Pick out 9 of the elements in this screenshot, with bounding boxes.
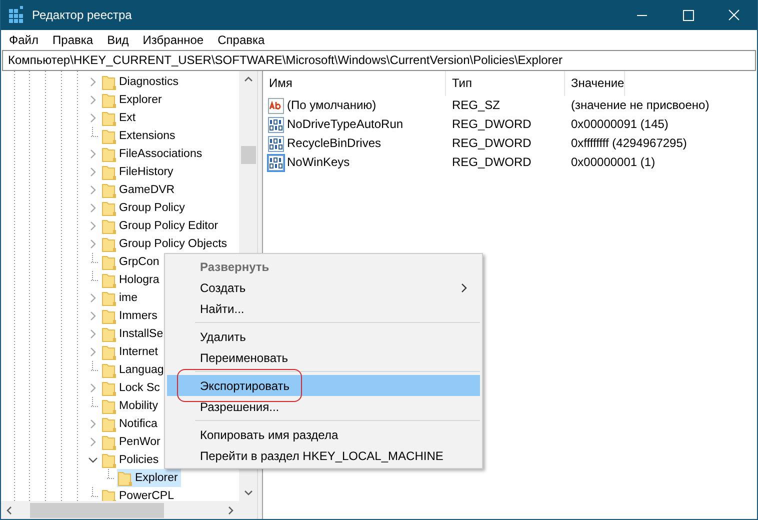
table-cell-text: REG_DWORD xyxy=(451,154,532,171)
table-cell-text: REG_SZ xyxy=(451,97,502,114)
window-title: Редактор реестра xyxy=(32,8,132,22)
table-cell-text: REG_DWORD xyxy=(451,116,532,133)
table-cell-text: (значение не присвоено) xyxy=(570,97,710,114)
table-cell-text: 0xffffffff (4294967295) xyxy=(570,135,687,152)
table-cell-text: 0x00000001 (1) xyxy=(570,154,656,171)
table-cell-text: 0x00000091 (145) xyxy=(570,116,668,133)
table-cell-text: REG_DWORD xyxy=(451,135,532,152)
